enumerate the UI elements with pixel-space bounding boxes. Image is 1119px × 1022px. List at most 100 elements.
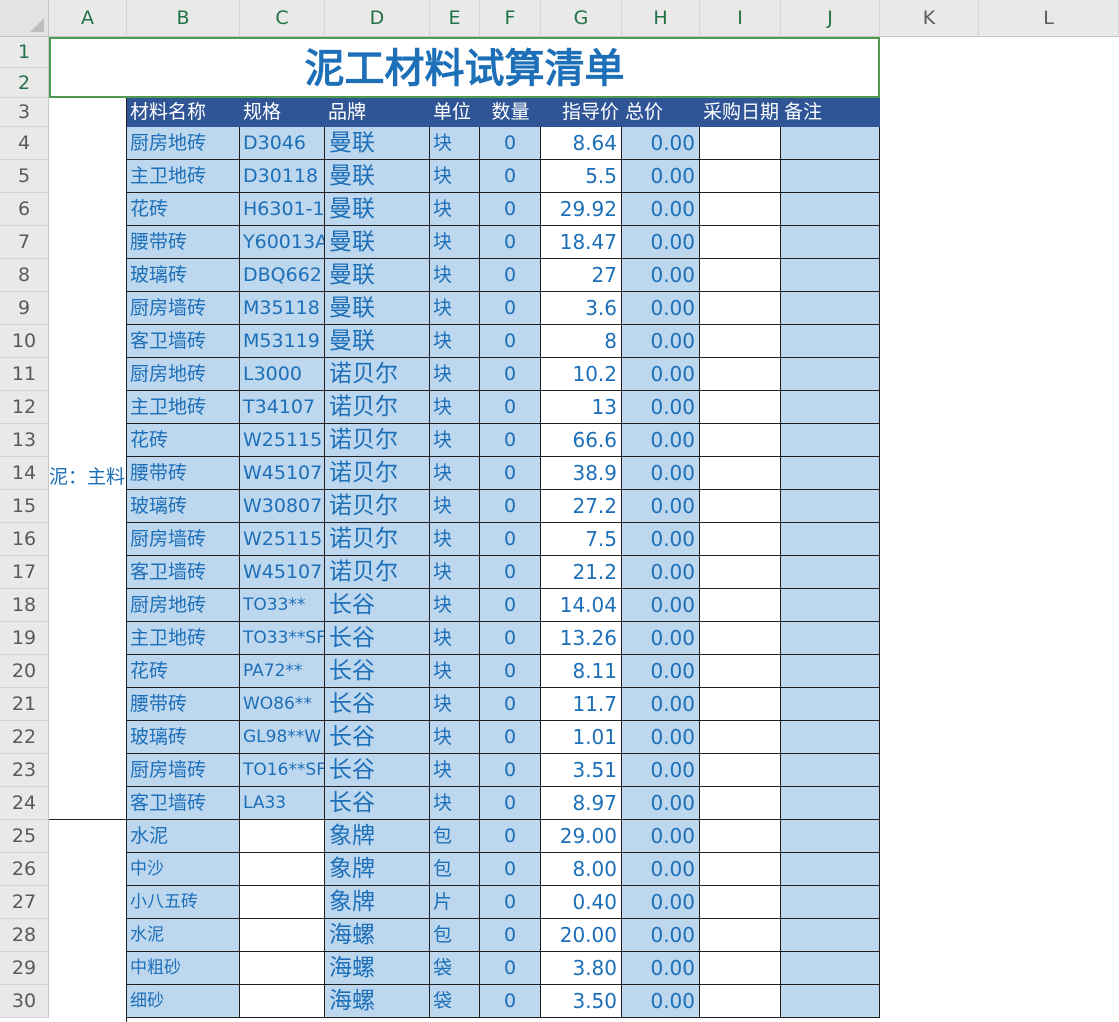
quantity-cell[interactable]: 0 bbox=[480, 259, 541, 292]
purchase-date-cell[interactable] bbox=[700, 424, 781, 457]
row-header-29[interactable]: 29 bbox=[0, 952, 49, 985]
brand-cell[interactable]: 长谷 bbox=[325, 787, 430, 820]
guide-price-cell[interactable]: 14.04 bbox=[541, 589, 622, 622]
quantity-cell[interactable]: 0 bbox=[480, 193, 541, 226]
unit-cell[interactable]: 块 bbox=[430, 754, 480, 787]
guide-price-cell[interactable]: 13 bbox=[541, 391, 622, 424]
row-header-17[interactable]: 17 bbox=[0, 556, 49, 589]
row-header-30[interactable]: 30 bbox=[0, 985, 49, 1018]
header-cell[interactable]: 数量 bbox=[480, 98, 541, 127]
total-cell[interactable]: 0.00 bbox=[622, 325, 700, 358]
column-header-D[interactable]: D bbox=[325, 0, 430, 37]
remarks-cell[interactable] bbox=[781, 853, 880, 886]
quantity-cell[interactable]: 0 bbox=[480, 391, 541, 424]
brand-cell[interactable]: 诺贝尔 bbox=[325, 424, 430, 457]
purchase-date-cell[interactable] bbox=[700, 259, 781, 292]
brand-cell[interactable]: 长谷 bbox=[325, 754, 430, 787]
total-cell[interactable]: 0.00 bbox=[622, 589, 700, 622]
unit-cell[interactable]: 块 bbox=[430, 457, 480, 490]
guide-price-cell[interactable]: 5.5 bbox=[541, 160, 622, 193]
remarks-cell[interactable] bbox=[781, 787, 880, 820]
total-cell[interactable]: 0.00 bbox=[622, 193, 700, 226]
material-name-cell[interactable]: 厨房墙砖 bbox=[127, 523, 240, 556]
row-header-18[interactable]: 18 bbox=[0, 589, 49, 622]
spec-cell[interactable] bbox=[240, 952, 325, 985]
remarks-cell[interactable] bbox=[781, 919, 880, 952]
row-header-9[interactable]: 9 bbox=[0, 292, 49, 325]
total-cell[interactable]: 0.00 bbox=[622, 919, 700, 952]
unit-cell[interactable]: 块 bbox=[430, 292, 480, 325]
row-header-1[interactable]: 1 bbox=[0, 37, 49, 68]
quantity-cell[interactable]: 0 bbox=[480, 919, 541, 952]
guide-price-cell[interactable]: 10.2 bbox=[541, 358, 622, 391]
total-cell[interactable]: 0.00 bbox=[622, 490, 700, 523]
remarks-cell[interactable] bbox=[781, 259, 880, 292]
spec-cell[interactable]: PA72** bbox=[240, 655, 325, 688]
material-name-cell[interactable]: 主卫地砖 bbox=[127, 622, 240, 655]
guide-price-cell[interactable]: 8.11 bbox=[541, 655, 622, 688]
remarks-cell[interactable] bbox=[781, 754, 880, 787]
brand-cell[interactable]: 诺贝尔 bbox=[325, 523, 430, 556]
brand-cell[interactable]: 海螺 bbox=[325, 985, 430, 1018]
brand-cell[interactable]: 长谷 bbox=[325, 589, 430, 622]
brand-cell[interactable]: 海螺 bbox=[325, 919, 430, 952]
material-name-cell[interactable]: 水泥 bbox=[127, 820, 240, 853]
total-cell[interactable]: 0.00 bbox=[622, 523, 700, 556]
remarks-cell[interactable] bbox=[781, 391, 880, 424]
material-name-cell[interactable]: 花砖 bbox=[127, 424, 240, 457]
side-label[interactable]: 泥：主料 bbox=[49, 462, 125, 489]
spec-cell[interactable]: W25115 bbox=[240, 424, 325, 457]
remarks-cell[interactable] bbox=[781, 952, 880, 985]
unit-cell[interactable]: 包 bbox=[430, 853, 480, 886]
total-cell[interactable]: 0.00 bbox=[622, 655, 700, 688]
material-name-cell[interactable]: 厨房地砖 bbox=[127, 589, 240, 622]
select-all-corner[interactable] bbox=[0, 0, 49, 37]
guide-price-cell[interactable]: 27.2 bbox=[541, 490, 622, 523]
spec-cell[interactable]: D30118 bbox=[240, 160, 325, 193]
row-header-28[interactable]: 28 bbox=[0, 919, 49, 952]
material-name-cell[interactable]: 玻璃砖 bbox=[127, 721, 240, 754]
spec-cell[interactable]: M53119 bbox=[240, 325, 325, 358]
column-header-B[interactable]: B bbox=[127, 0, 240, 37]
brand-cell[interactable]: 长谷 bbox=[325, 721, 430, 754]
brand-cell[interactable]: 曼联 bbox=[325, 325, 430, 358]
column-header-E[interactable]: E bbox=[430, 0, 480, 37]
total-cell[interactable]: 0.00 bbox=[622, 985, 700, 1018]
row-header-13[interactable]: 13 bbox=[0, 424, 49, 457]
header-cell[interactable]: 单位 bbox=[430, 98, 480, 127]
spec-cell[interactable]: W30807 bbox=[240, 490, 325, 523]
guide-price-cell[interactable]: 38.9 bbox=[541, 457, 622, 490]
guide-price-cell[interactable]: 29.00 bbox=[541, 820, 622, 853]
total-cell[interactable]: 0.00 bbox=[622, 391, 700, 424]
material-name-cell[interactable]: 花砖 bbox=[127, 193, 240, 226]
total-cell[interactable]: 0.00 bbox=[622, 259, 700, 292]
row-header-12[interactable]: 12 bbox=[0, 391, 49, 424]
quantity-cell[interactable]: 0 bbox=[480, 655, 541, 688]
quantity-cell[interactable]: 0 bbox=[480, 424, 541, 457]
brand-cell[interactable]: 长谷 bbox=[325, 622, 430, 655]
header-cell[interactable]: 采购日期 bbox=[700, 98, 781, 127]
remarks-cell[interactable] bbox=[781, 688, 880, 721]
unit-cell[interactable]: 块 bbox=[430, 523, 480, 556]
material-name-cell[interactable]: 花砖 bbox=[127, 655, 240, 688]
material-name-cell[interactable]: 中粗砂 bbox=[127, 952, 240, 985]
remarks-cell[interactable] bbox=[781, 127, 880, 160]
purchase-date-cell[interactable] bbox=[700, 655, 781, 688]
row-header-10[interactable]: 10 bbox=[0, 325, 49, 358]
guide-price-cell[interactable]: 8.64 bbox=[541, 127, 622, 160]
purchase-date-cell[interactable] bbox=[700, 919, 781, 952]
material-name-cell[interactable]: 玻璃砖 bbox=[127, 490, 240, 523]
unit-cell[interactable]: 包 bbox=[430, 919, 480, 952]
quantity-cell[interactable]: 0 bbox=[480, 589, 541, 622]
unit-cell[interactable]: 片 bbox=[430, 886, 480, 919]
material-name-cell[interactable]: 玻璃砖 bbox=[127, 259, 240, 292]
quantity-cell[interactable]: 0 bbox=[480, 160, 541, 193]
guide-price-cell[interactable]: 21.2 bbox=[541, 556, 622, 589]
material-name-cell[interactable]: 主卫地砖 bbox=[127, 160, 240, 193]
guide-price-cell[interactable]: 8.97 bbox=[541, 787, 622, 820]
header-cell[interactable]: 总价 bbox=[622, 98, 700, 127]
purchase-date-cell[interactable] bbox=[700, 787, 781, 820]
brand-cell[interactable]: 曼联 bbox=[325, 226, 430, 259]
material-name-cell[interactable]: 客卫墙砖 bbox=[127, 325, 240, 358]
header-cell[interactable]: 指导价 bbox=[541, 98, 622, 127]
